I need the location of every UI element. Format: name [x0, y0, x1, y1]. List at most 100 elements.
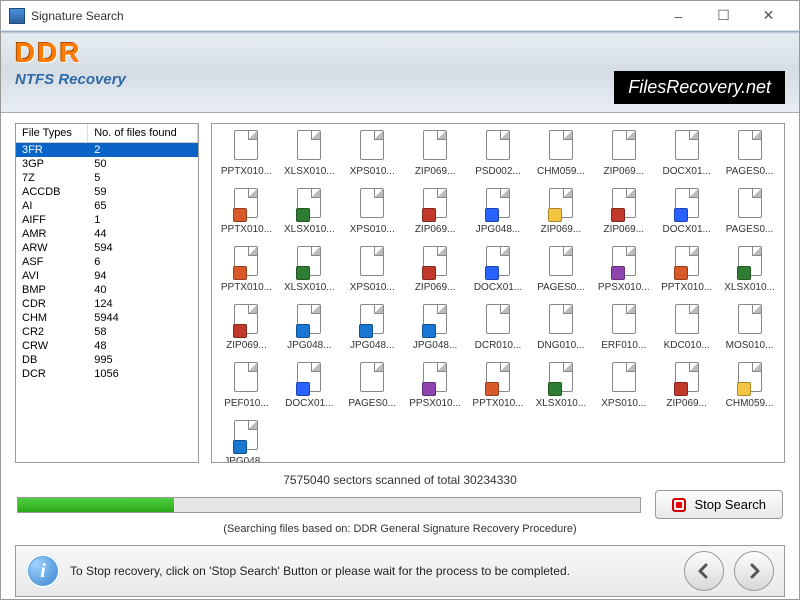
hint-text: To Stop recovery, click on 'Stop Search'… — [70, 564, 674, 578]
file-item[interactable]: PPSX010... — [405, 360, 466, 416]
maximize-button[interactable]: ☐ — [701, 2, 746, 30]
filetype-row[interactable]: 7Z5 — [16, 171, 198, 185]
file-item[interactable]: ZIP069... — [593, 186, 654, 242]
file-item[interactable]: CHM059... — [530, 128, 591, 184]
file-item[interactable]: JPG048... — [216, 418, 277, 463]
filetype-row[interactable]: AI65 — [16, 199, 198, 213]
file-name: XLSX010... — [724, 282, 775, 293]
file-item[interactable]: PPTX010... — [216, 128, 277, 184]
file-item[interactable]: ZIP069... — [405, 128, 466, 184]
chevron-right-icon — [746, 563, 762, 579]
filetype-cell-count: 2 — [88, 143, 198, 158]
file-item[interactable]: ZIP069... — [593, 128, 654, 184]
file-name: JPG048... — [413, 340, 457, 351]
filetype-row[interactable]: AIFF1 — [16, 213, 198, 227]
file-item[interactable]: PPTX010... — [468, 360, 529, 416]
doc-file-icon — [485, 266, 499, 280]
filetype-row[interactable]: CR258 — [16, 325, 198, 339]
file-name: JPG048... — [287, 340, 331, 351]
file-item[interactable]: JPG048... — [405, 302, 466, 358]
file-item[interactable]: JPG048... — [342, 302, 403, 358]
file-item[interactable]: DOCX01... — [656, 128, 717, 184]
file-item[interactable]: PAGES0... — [719, 128, 780, 184]
filetype-row[interactable]: 3GP50 — [16, 157, 198, 171]
filetype-cell-count: 50 — [88, 157, 198, 171]
file-item[interactable]: ZIP069... — [656, 360, 717, 416]
app-icon — [9, 8, 25, 24]
file-item[interactable]: ZIP069... — [216, 302, 277, 358]
file-name: ERF010... — [601, 340, 646, 351]
filetype-cell-type: AVI — [16, 269, 88, 283]
filetype-row[interactable]: CHM5944 — [16, 311, 198, 325]
filetype-row[interactable]: ARW594 — [16, 241, 198, 255]
file-item[interactable]: DOCX01... — [656, 186, 717, 242]
file-name: PPTX010... — [221, 224, 272, 235]
filetype-cell-type: 3FR — [16, 143, 88, 158]
file-item[interactable]: PPSX010... — [593, 244, 654, 300]
file-item[interactable]: XPS010... — [593, 360, 654, 416]
file-item[interactable]: DCR010... — [468, 302, 529, 358]
file-item[interactable]: XPS010... — [342, 186, 403, 242]
file-item[interactable]: MOS010... — [719, 302, 780, 358]
filetype-row[interactable]: ASF6 — [16, 255, 198, 269]
file-item[interactable]: PPTX010... — [216, 244, 277, 300]
filetype-cell-count: 59 — [88, 185, 198, 199]
filetype-cell-type: CR2 — [16, 325, 88, 339]
filetype-row[interactable]: AVI94 — [16, 269, 198, 283]
file-item[interactable]: PPTX010... — [656, 244, 717, 300]
back-button[interactable] — [684, 551, 724, 591]
file-name: DOCX01... — [285, 398, 333, 409]
filetype-cell-count: 94 — [88, 269, 198, 283]
progress-bar — [17, 497, 641, 513]
file-item[interactable]: ZIP069... — [405, 244, 466, 300]
filetype-row[interactable]: ACCDB59 — [16, 185, 198, 199]
filetype-row[interactable]: DB995 — [16, 353, 198, 367]
filetype-cell-type: ASF — [16, 255, 88, 269]
file-item[interactable]: XLSX010... — [279, 128, 340, 184]
minimize-button[interactable]: – — [656, 2, 701, 30]
file-item[interactable]: DOCX01... — [468, 244, 529, 300]
file-name: PAGES0... — [537, 282, 585, 293]
file-item[interactable]: DOCX01... — [279, 360, 340, 416]
col-header-type[interactable]: File Types — [16, 124, 88, 143]
file-item[interactable]: PSD002... — [468, 128, 529, 184]
jpg-file-icon — [422, 324, 436, 338]
file-item[interactable]: XLSX010... — [530, 360, 591, 416]
zip-file-icon — [611, 208, 625, 222]
file-item[interactable]: PAGES0... — [719, 186, 780, 242]
file-item[interactable]: PPTX010... — [216, 186, 277, 242]
filetype-row[interactable]: CRW48 — [16, 339, 198, 353]
filetype-row[interactable]: BMP40 — [16, 283, 198, 297]
filetypes-panel[interactable]: File Types No. of files found 3FR23GP507… — [15, 123, 199, 463]
stop-search-button[interactable]: Stop Search — [655, 490, 783, 519]
file-item[interactable]: PAGES0... — [530, 244, 591, 300]
filetype-row[interactable]: DCR1056 — [16, 367, 198, 381]
file-item[interactable]: PAGES0... — [342, 360, 403, 416]
forward-button[interactable] — [734, 551, 774, 591]
file-item[interactable]: JPG048... — [279, 302, 340, 358]
file-item[interactable]: ZIP069... — [405, 186, 466, 242]
file-item[interactable]: ERF010... — [593, 302, 654, 358]
filetype-row[interactable]: CDR124 — [16, 297, 198, 311]
file-item[interactable]: XPS010... — [342, 128, 403, 184]
files-panel[interactable]: PPTX010...XLSX010...XPS010...ZIP069...PS… — [211, 123, 785, 463]
col-header-count[interactable]: No. of files found — [88, 124, 198, 143]
file-item[interactable]: CHM059... — [719, 360, 780, 416]
file-item[interactable]: ZIP069... — [530, 186, 591, 242]
close-button[interactable]: ✕ — [746, 2, 791, 30]
file-name: DOCX01... — [662, 224, 710, 235]
file-item[interactable]: XLSX010... — [719, 244, 780, 300]
file-item[interactable]: XLSX010... — [279, 244, 340, 300]
file-item[interactable]: KDC010... — [656, 302, 717, 358]
file-name: ZIP069... — [603, 224, 644, 235]
file-item[interactable]: JPG048... — [468, 186, 529, 242]
file-item[interactable]: XLSX010... — [279, 186, 340, 242]
file-name: PPTX010... — [472, 398, 523, 409]
file-item[interactable]: XPS010... — [342, 244, 403, 300]
filetype-row[interactable]: AMR44 — [16, 227, 198, 241]
filetypes-table: File Types No. of files found 3FR23GP507… — [16, 124, 198, 381]
filetype-row[interactable]: 3FR2 — [16, 143, 198, 158]
progress-area: 7575040 sectors scanned of total 3023433… — [15, 473, 785, 535]
file-item[interactable]: DNG010... — [530, 302, 591, 358]
file-item[interactable]: PEF010... — [216, 360, 277, 416]
